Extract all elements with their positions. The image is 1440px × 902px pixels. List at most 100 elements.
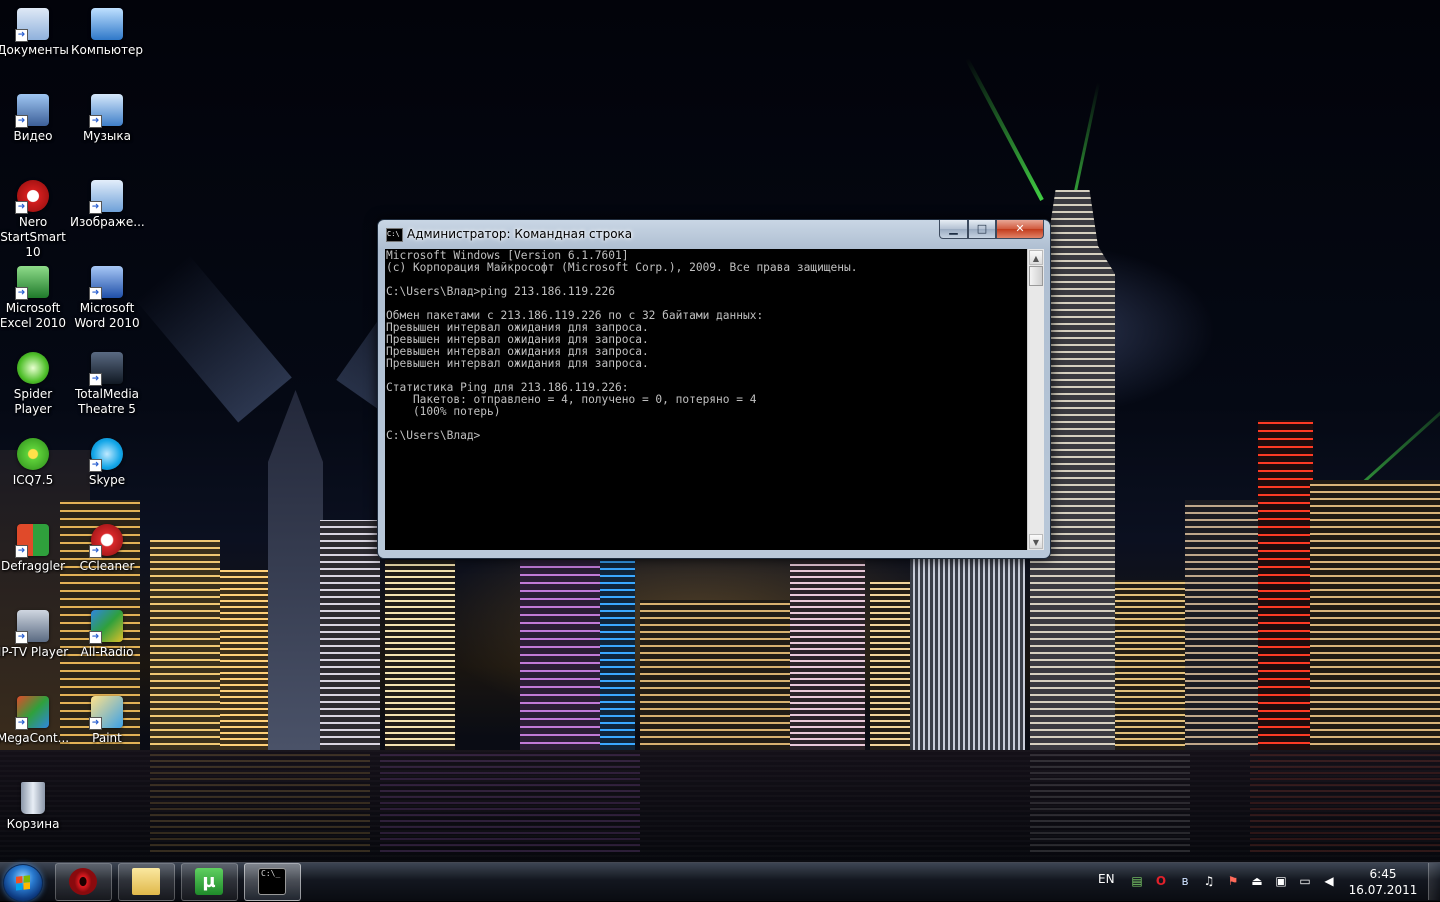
skyline-building — [385, 560, 455, 750]
megacontent-icon: ➜ — [15, 696, 49, 730]
computer-icon — [91, 8, 123, 40]
desktop-icon-paint[interactable]: ➜ Paint — [70, 696, 144, 746]
excel-icon: ➜ — [15, 266, 49, 300]
taskbar-button-explorer[interactable] — [118, 863, 175, 901]
skyline-building — [790, 560, 865, 750]
safely-remove-icon[interactable]: ⏏ — [1250, 874, 1264, 888]
desktop-icon-megacontent[interactable]: ➜ MegaCont... — [0, 696, 70, 746]
light-beam — [135, 254, 292, 423]
notes-icon[interactable]: ♫ — [1202, 874, 1216, 888]
start-button[interactable] — [3, 864, 43, 902]
console-output[interactable]: Microsoft Windows [Version 6.1.7601] (c)… — [385, 249, 1027, 442]
water-reflection — [380, 752, 640, 852]
desktop-icon-pictures[interactable]: ➜ Изображе... — [70, 180, 144, 230]
shortcut-arrow-icon: ➜ — [89, 545, 102, 558]
desktop-icon-label: ICQ7.5 — [12, 473, 54, 487]
cmd-window[interactable]: C:\ Администратор: Командная строка ▁ □ … — [377, 219, 1051, 559]
water-reflection — [150, 752, 370, 852]
desktop-icon-music[interactable]: ➜ Музыка — [70, 94, 144, 144]
desktop-icon-label: Spider Player — [13, 387, 53, 416]
taskbar-button-utorrent[interactable]: µ — [181, 863, 238, 901]
desktop-icon-documents[interactable]: ➜ Документы — [0, 8, 70, 58]
explorer-folder-icon — [132, 868, 160, 895]
shortcut-arrow-icon: ➜ — [15, 29, 28, 42]
opera-icon — [69, 868, 97, 895]
scroll-thumb[interactable] — [1029, 266, 1043, 286]
light-beam — [965, 57, 1044, 201]
minimize-button[interactable]: ▁ — [939, 220, 968, 239]
recycle-bin-icon — [21, 782, 45, 814]
network-icon[interactable]: ▤ — [1130, 874, 1144, 888]
cmd-window-icon[interactable]: C:\ — [386, 228, 403, 242]
desktop-icon-totalmedia[interactable]: ➜ TotalMedia Theatre 5 — [70, 352, 144, 417]
desktop-icon-label: Видео — [13, 129, 53, 143]
scroll-up-button[interactable]: ▲ — [1029, 250, 1043, 265]
shortcut-arrow-icon: ➜ — [15, 115, 28, 128]
video-icon: ➜ — [15, 94, 49, 128]
caption-buttons: ▁ □ ✕ — [939, 220, 1044, 240]
desktop-icon-excel[interactable]: ➜ Microsoft Excel 2010 — [0, 266, 70, 331]
desktop-icon-label: IP-TV Player — [0, 645, 69, 659]
shortcut-arrow-icon: ➜ — [15, 631, 28, 644]
desktop-icon-label: Nero StartSmart 10 — [0, 215, 66, 259]
desktop-icon-all-radio[interactable]: ➜ All-Radio — [70, 610, 144, 660]
documents-icon: ➜ — [15, 8, 49, 42]
shortcut-arrow-icon: ➜ — [89, 115, 102, 128]
shortcut-arrow-icon: ➜ — [89, 373, 102, 386]
clock-time: 6:45 — [1369, 867, 1397, 881]
desktop-icon-label: MegaCont... — [0, 731, 70, 745]
taskbar-button-opera[interactable] — [55, 863, 112, 901]
utorrent-icon: µ — [195, 868, 223, 895]
opera-tray-icon[interactable]: O — [1154, 874, 1168, 888]
desktop-icon-word[interactable]: ➜ Microsoft Word 2010 — [70, 266, 144, 331]
desktop-icon-iptv-player[interactable]: ➜ IP-TV Player — [0, 610, 70, 660]
device-icon[interactable]: ▣ — [1274, 874, 1288, 888]
desktop-icon-label: Изображе... — [70, 215, 144, 229]
vertical-scrollbar[interactable]: ▲ ▼ — [1027, 249, 1044, 550]
close-button[interactable]: ✕ — [996, 220, 1044, 239]
shortcut-arrow-icon: ➜ — [89, 631, 102, 644]
desktop-icon-label: Microsoft Word 2010 — [74, 301, 140, 330]
desktop-icon-ccleaner[interactable]: ➜ CCleaner — [70, 524, 144, 574]
flag-icon[interactable]: ⚑ — [1226, 874, 1240, 888]
totalmedia-icon: ➜ — [89, 352, 123, 386]
cmd-icon: C:\_ — [258, 868, 286, 895]
console-area[interactable]: Microsoft Windows [Version 6.1.7601] (c)… — [385, 249, 1027, 550]
desktop-icon-label: Microsoft Excel 2010 — [0, 301, 67, 330]
skyline-building — [640, 600, 790, 750]
desktop-icon-skype[interactable]: ➜ Skype — [70, 438, 144, 488]
desktop-icon-label: TotalMedia Theatre 5 — [74, 387, 140, 416]
maximize-button[interactable]: □ — [968, 220, 996, 239]
desktop-icon-video[interactable]: ➜ Видео — [0, 94, 70, 144]
clock-date: 16.07.2011 — [1348, 883, 1418, 897]
desktop-icon-recycle-bin[interactable]: Корзина — [0, 782, 70, 832]
volume-icon[interactable]: ◀ — [1322, 874, 1336, 888]
all-radio-icon: ➜ — [89, 610, 123, 644]
desktop-icon-spider-player[interactable]: Spider Player — [0, 352, 70, 417]
cmd-titlebar[interactable]: C:\ Администратор: Командная строка ▁ □ … — [378, 220, 1050, 248]
desktop-icon-icq[interactable]: ICQ7.5 — [0, 438, 70, 488]
scroll-down-button[interactable]: ▼ — [1029, 534, 1043, 549]
bluetooth-icon[interactable]: ʙ — [1178, 874, 1192, 888]
desktop-icon-computer[interactable]: Компьютер — [70, 8, 144, 58]
desktop-icon-label: All-Radio — [80, 645, 134, 659]
word-icon: ➜ — [89, 266, 123, 300]
iptv-player-icon: ➜ — [15, 610, 49, 644]
shortcut-arrow-icon: ➜ — [89, 201, 102, 214]
skype-icon: ➜ — [89, 438, 123, 472]
desktop-icon-label: CCleaner — [79, 559, 135, 573]
music-icon: ➜ — [89, 94, 123, 128]
shortcut-arrow-icon: ➜ — [15, 287, 28, 300]
display-icon[interactable]: ▭ — [1298, 874, 1312, 888]
desktop-icon-label: Компьютер — [71, 43, 143, 57]
shortcut-arrow-icon: ➜ — [89, 459, 102, 472]
desktop-icon-defraggler[interactable]: ➜ Defraggler — [0, 524, 70, 574]
skyline-building — [520, 560, 600, 750]
language-indicator[interactable]: EN — [1098, 872, 1115, 886]
show-desktop-button[interactable] — [1428, 863, 1440, 900]
windows-logo-icon — [16, 875, 30, 891]
taskbar-button-cmd[interactable]: C:\_ — [244, 863, 301, 901]
taskbar-clock[interactable]: 6:45 16.07.2011 — [1346, 866, 1420, 898]
bank-of-china-tower — [268, 390, 323, 750]
desktop-icon-nero[interactable]: ➜ Nero StartSmart 10 — [0, 180, 70, 260]
